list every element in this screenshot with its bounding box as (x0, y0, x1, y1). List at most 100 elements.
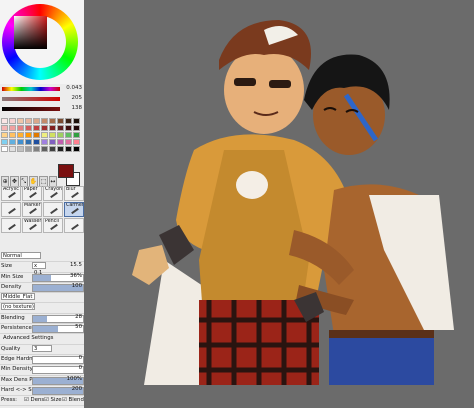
color-swatch[interactable] (25, 139, 32, 145)
color-swatch[interactable] (49, 146, 56, 152)
color-swatch[interactable] (9, 118, 16, 124)
color-swatch[interactable] (65, 118, 72, 124)
brush-preset[interactable] (43, 202, 63, 217)
brush-shape-select[interactable]: Middle_Flat (0, 293, 84, 304)
press-blend-checkbox[interactable]: ☑ Blend (62, 397, 84, 403)
color-swatch[interactable] (33, 146, 40, 152)
color-swatch[interactable] (41, 118, 48, 124)
brush-preset[interactable] (1, 218, 21, 233)
brush-icon (29, 191, 37, 199)
brush-preset[interactable]: Acrylic (1, 186, 21, 201)
color-swatch[interactable] (1, 146, 8, 152)
color-swatch[interactable] (9, 146, 16, 152)
brush-preset[interactable]: Marker (22, 202, 42, 217)
color-swatch[interactable] (65, 139, 72, 145)
color-swatch[interactable] (57, 118, 64, 124)
color-swatch[interactable] (25, 125, 32, 131)
brush-preset[interactable]: Wasser (22, 218, 42, 233)
color-swatch[interactable] (65, 132, 72, 138)
color-swatch[interactable] (25, 146, 32, 152)
color-swatch[interactable] (73, 146, 80, 152)
brush-preset[interactable]: Crayon (43, 186, 63, 201)
color-swatch[interactable] (65, 125, 72, 131)
color-swatch[interactable] (73, 118, 80, 124)
primary-color[interactable] (58, 164, 74, 178)
color-swatch[interactable] (57, 125, 64, 131)
quality-value[interactable]: 3 (32, 344, 52, 352)
color-swatch[interactable] (49, 118, 56, 124)
color-swatch[interactable] (17, 146, 24, 152)
quality-row[interactable]: Quality 3 (0, 344, 84, 355)
color-swatch[interactable] (1, 139, 8, 145)
edge-hardness-row[interactable]: Edge Hardness 0 (0, 355, 84, 366)
drawing-canvas[interactable] (84, 0, 474, 408)
advanced-settings-toggle[interactable]: Advanced Settings (0, 334, 84, 345)
min-density-slider[interactable] (32, 366, 84, 375)
color-swatch[interactable] (33, 132, 40, 138)
value-slider[interactable]: 138 (2, 105, 82, 112)
brush-texture-select[interactable]: (no texture) (0, 303, 84, 314)
color-swatch[interactable] (25, 118, 32, 124)
color-swatch[interactable] (57, 146, 64, 152)
color-swatch[interactable] (49, 132, 56, 138)
brush-icon (71, 207, 79, 215)
color-swatch[interactable] (49, 139, 56, 145)
brush-preset[interactable]: Paper (22, 186, 42, 201)
blending-row[interactable]: Blending 28 (0, 314, 84, 325)
current-colors[interactable] (58, 164, 80, 186)
quality-label: Quality (1, 345, 21, 352)
press-size-checkbox[interactable]: ☑ Size (44, 397, 62, 403)
color-swatch[interactable] (41, 146, 48, 152)
color-swatch[interactable] (17, 125, 24, 131)
color-swatch[interactable] (17, 118, 24, 124)
color-swatch[interactable] (73, 132, 80, 138)
hard-soft-row[interactable]: Hard <-> Soft 200 (0, 386, 84, 397)
saturation-slider[interactable]: 205 (2, 95, 82, 102)
size-row[interactable]: Size x 0.1 15.5 (0, 262, 84, 276)
brush-texture-value[interactable]: (no texture) (1, 303, 35, 311)
color-swatch[interactable] (73, 125, 80, 131)
min-size-row[interactable]: Min Size 36% (0, 273, 84, 283)
color-swatch[interactable] (73, 139, 80, 145)
color-swatch[interactable] (17, 139, 24, 145)
color-swatch[interactable] (9, 139, 16, 145)
color-swatch[interactable] (1, 132, 8, 138)
color-swatch[interactable] (1, 118, 8, 124)
color-swatch[interactable] (41, 132, 48, 138)
color-swatch[interactable] (57, 132, 64, 138)
color-swatch[interactable] (17, 132, 24, 138)
hue-slider[interactable]: 0.043 (2, 85, 82, 92)
persistence-row[interactable]: Persistence 50 (0, 324, 84, 335)
brush-preset[interactable]: Blur (64, 186, 84, 201)
color-swatch[interactable] (33, 139, 40, 145)
color-swatch[interactable] (9, 125, 16, 131)
color-swatch[interactable] (41, 125, 48, 131)
saturation-value-square[interactable] (14, 16, 47, 49)
artwork (132, 20, 454, 385)
density-row[interactable]: Density 100 (0, 283, 84, 294)
persistence-label: Persistence (1, 325, 32, 332)
brush-shape-value[interactable]: Middle_Flat (1, 293, 35, 301)
blend-mode-select[interactable]: Normal (0, 252, 84, 263)
size-multiplier[interactable]: x 0.1 (32, 262, 46, 276)
edge-hardness-slider[interactable] (32, 355, 84, 364)
color-swatch[interactable] (33, 125, 40, 131)
color-swatch[interactable] (49, 125, 56, 131)
color-swatch[interactable] (65, 146, 72, 152)
brush-preset[interactable]: Pencil (43, 218, 63, 233)
color-swatch[interactable] (57, 139, 64, 145)
color-swatch[interactable] (41, 139, 48, 145)
hue-value: 0.043 (66, 85, 82, 91)
size-value: 15.5 (69, 262, 82, 269)
brush-preset[interactable] (1, 202, 21, 217)
brush-preset[interactable] (64, 218, 84, 233)
min-density-row[interactable]: Min Density 0 (0, 365, 84, 376)
color-swatch[interactable] (25, 132, 32, 138)
brush-preset[interactable]: Carmen (64, 202, 84, 217)
color-swatch[interactable] (9, 132, 16, 138)
press-dens-checkbox[interactable]: ☑ Dens (24, 397, 44, 403)
color-swatch[interactable] (1, 125, 8, 131)
max-dens-row[interactable]: Max Dens Prs. 100% (0, 376, 84, 386)
color-swatch[interactable] (33, 118, 40, 124)
blend-mode-value[interactable]: Normal (1, 252, 41, 259)
